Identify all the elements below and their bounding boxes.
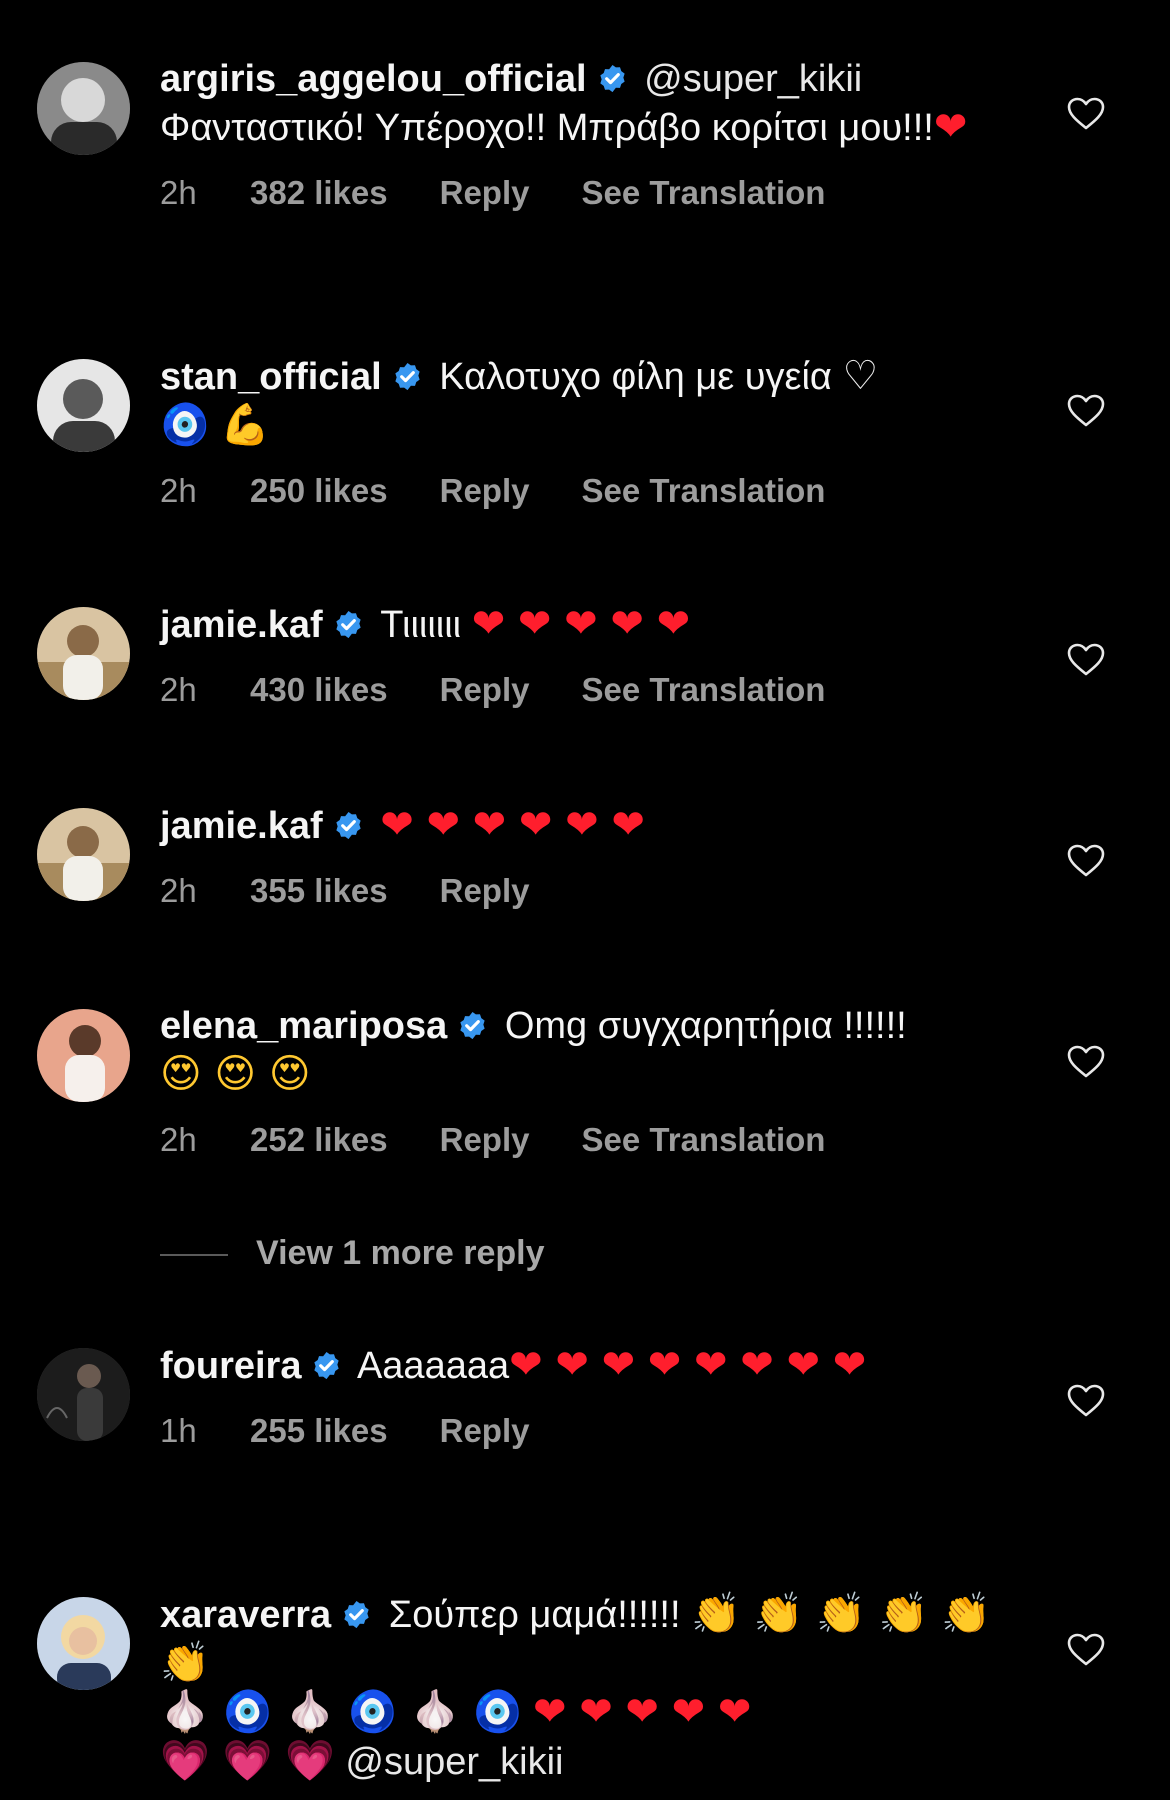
flexed-biceps-emoji: 💪: [220, 402, 271, 448]
comment-text: Σούπερ μαμά!!!!!!: [388, 1594, 681, 1636]
reply-button[interactable]: Reply: [440, 1121, 530, 1159]
comment-body: jamie.kaf Τιιιιιιι ❤ ❤ ❤ ❤ ❤ 2h 430 likes…: [160, 600, 1020, 709]
reply-button[interactable]: Reply: [440, 174, 530, 212]
red-heart-emoji: ❤: [933, 104, 968, 150]
verified-badge-icon: [333, 609, 364, 640]
red-hearts-emoji: ❤ ❤ ❤ ❤ ❤ ❤ ❤ ❤: [509, 1342, 867, 1388]
avatar[interactable]: [37, 359, 130, 452]
avatar[interactable]: [37, 808, 130, 901]
verified-badge-icon: [341, 1599, 372, 1630]
comment-meta: 2h 250 likes Reply See Translation: [160, 472, 1020, 510]
reply-button[interactable]: Reply: [440, 872, 530, 910]
username[interactable]: foureira: [160, 1345, 301, 1387]
reply-button[interactable]: Reply: [440, 1412, 530, 1450]
view-more-label: View 1 more reply: [256, 1234, 545, 1272]
heart-outline-icon[interactable]: [1067, 1384, 1105, 1418]
username[interactable]: elena_mariposa: [160, 1005, 447, 1047]
comment-time: 2h: [160, 872, 197, 909]
red-hearts-emoji: ❤ ❤ ❤ ❤ ❤: [471, 601, 691, 647]
mention-link[interactable]: @super_kikii: [345, 1741, 563, 1783]
username[interactable]: xaraverra: [160, 1594, 331, 1636]
garlic-and-nazar-emoji: 🧄 🧿 🧄 🧿 🧄 🧿: [160, 1689, 523, 1735]
see-translation-button[interactable]: See Translation: [582, 174, 826, 212]
avatar[interactable]: [37, 1348, 130, 1441]
comment-meta: 2h 430 likes Reply See Translation: [160, 671, 1020, 709]
likes-count[interactable]: 255 likes: [250, 1412, 388, 1450]
username[interactable]: argiris_aggelou_official: [160, 58, 587, 100]
avatar[interactable]: [37, 1009, 130, 1102]
comment-time: 2h: [160, 671, 197, 708]
comment-text: Τιιιιιιι: [380, 604, 462, 646]
comment-text: Φανταστικό! Υπέροχο!! Μπράβο κορίτσι μου…: [160, 107, 934, 149]
username[interactable]: jamie.kaf: [160, 604, 323, 646]
heart-outline-icon[interactable]: [1067, 97, 1105, 131]
comment-time: 2h: [160, 472, 197, 509]
mention-link[interactable]: @super_kikii: [644, 58, 862, 100]
heart-eyes-emoji: 😍 😍 😍: [160, 1051, 311, 1097]
comment-text-block: stan_official Καλοτυχο φίλη με υγεία ♡ 🧿…: [160, 352, 1020, 450]
verified-badge-icon: [333, 810, 364, 841]
red-hearts-emoji: ❤ ❤ ❤ ❤ ❤: [532, 1689, 752, 1735]
username[interactable]: jamie.kaf: [160, 805, 323, 847]
username[interactable]: stan_official: [160, 356, 382, 398]
likes-count[interactable]: 250 likes: [250, 472, 388, 510]
verified-badge-icon: [597, 63, 628, 94]
likes-count[interactable]: 355 likes: [250, 872, 388, 910]
see-translation-button[interactable]: See Translation: [582, 671, 826, 709]
comment-text: Aaaaaaa: [356, 1345, 510, 1387]
comment-text: Καλοτυχο φίλη με υγεία: [439, 356, 832, 398]
heart-outline-icon[interactable]: [1067, 1045, 1105, 1079]
comment-text-block: foureira Aaaaaaa❤ ❤ ❤ ❤ ❤ ❤ ❤ ❤: [160, 1341, 1020, 1390]
comment-body: jamie.kaf ❤ ❤ ❤ ❤ ❤ ❤ 2h 355 likes Reply: [160, 801, 1020, 910]
reply-button[interactable]: Reply: [440, 671, 530, 709]
avatar[interactable]: [37, 62, 130, 155]
comments-list: argiris_aggelou_official @super_kikii Φα…: [0, 0, 1170, 1800]
see-translation-button[interactable]: See Translation: [582, 1121, 826, 1159]
nazar-amulet-emoji: 🧿: [160, 402, 210, 448]
comment-text-block: xaraverra Σούπερ μαμά!!!!!! 👏 👏 👏 👏 👏 👏 …: [160, 1590, 1020, 1786]
divider: [160, 1254, 228, 1257]
comment-body: foureira Aaaaaaa❤ ❤ ❤ ❤ ❤ ❤ ❤ ❤ 1h 255 li…: [160, 1341, 1020, 1450]
avatar[interactable]: [37, 607, 130, 700]
heart-outline-icon[interactable]: [1067, 1633, 1105, 1667]
comment-text: Omg συγχαρητήρια !!!!!!: [504, 1005, 907, 1047]
see-translation-button[interactable]: See Translation: [582, 472, 826, 510]
comment-body: argiris_aggelou_official @super_kikii Φα…: [160, 55, 1020, 212]
likes-count[interactable]: 252 likes: [250, 1121, 388, 1159]
red-hearts-emoji: ❤ ❤ ❤ ❤ ❤ ❤: [380, 802, 645, 848]
reply-button[interactable]: Reply: [440, 472, 530, 510]
comment-meta: 1h 255 likes Reply: [160, 1412, 1020, 1450]
comment-body: stan_official Καλοτυχο φίλη με υγεία ♡ 🧿…: [160, 352, 1020, 510]
white-heart-emoji: ♡: [842, 353, 879, 399]
comment-meta: 2h 382 likes Reply See Translation: [160, 174, 1020, 212]
comment-body: xaraverra Σούπερ μαμά!!!!!! 👏 👏 👏 👏 👏 👏 …: [160, 1590, 1020, 1786]
comment-text-block: jamie.kaf Τιιιιιιι ❤ ❤ ❤ ❤ ❤: [160, 600, 1020, 649]
comment-time: 1h: [160, 1412, 197, 1449]
comment-meta: 2h 252 likes Reply See Translation: [160, 1121, 1020, 1159]
heart-outline-icon[interactable]: [1067, 394, 1105, 428]
comment-text-block: elena_mariposa Omg συγχαρητήρια !!!!!! 😍…: [160, 1002, 1020, 1099]
likes-count[interactable]: 382 likes: [250, 174, 388, 212]
verified-badge-icon: [311, 1350, 342, 1381]
heart-outline-icon[interactable]: [1067, 643, 1105, 677]
avatar[interactable]: [37, 1597, 130, 1690]
verified-badge-icon: [392, 361, 423, 392]
comment-time: 2h: [160, 1121, 197, 1158]
pink-hearts-emoji: 💗 💗 💗: [160, 1738, 335, 1784]
likes-count[interactable]: 430 likes: [250, 671, 388, 709]
comment-text-block: jamie.kaf ❤ ❤ ❤ ❤ ❤ ❤: [160, 801, 1020, 850]
comment-time: 2h: [160, 174, 197, 211]
comment-meta: 2h 355 likes Reply: [160, 872, 1020, 910]
heart-outline-icon[interactable]: [1067, 844, 1105, 878]
view-more-replies-button[interactable]: View 1 more reply: [160, 1234, 545, 1282]
verified-badge-icon: [457, 1010, 488, 1041]
comment-body: elena_mariposa Omg συγχαρητήρια !!!!!! 😍…: [160, 1002, 1020, 1159]
comment-text-block: argiris_aggelou_official @super_kikii Φα…: [160, 55, 1020, 152]
